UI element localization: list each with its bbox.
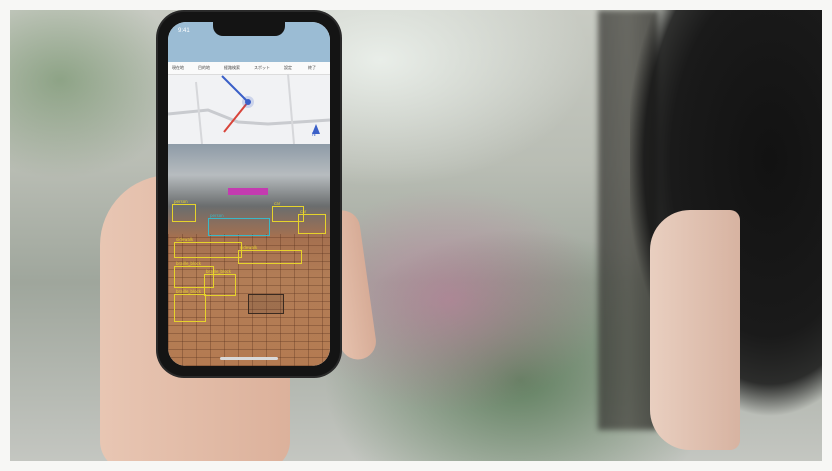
person-face — [650, 210, 740, 450]
detection-box: car — [298, 209, 326, 234]
detected-sign — [228, 188, 268, 195]
detection-label: braille_block — [206, 269, 232, 274]
detection-box: person — [172, 199, 196, 222]
map-canvas — [168, 73, 330, 144]
compass-label: N — [312, 132, 316, 138]
detection-box: person — [208, 213, 270, 236]
detection-label: sidewalk — [176, 237, 194, 242]
home-indicator[interactable] — [220, 357, 278, 360]
smartphone: 9:41 現在地 目的地 経路検索 スポット 設定 終了 N person ca… — [158, 12, 340, 376]
phone-screen: 9:41 現在地 目的地 経路検索 スポット 設定 終了 N person ca… — [168, 22, 330, 366]
detection-box: braille_block — [174, 289, 206, 322]
photo-scene: 9:41 現在地 目的地 経路検索 スポット 設定 終了 N person ca… — [0, 0, 832, 471]
detection-label: braille_block — [176, 261, 202, 266]
detection-box: sidewalk — [238, 245, 302, 264]
detection-label: person — [174, 199, 188, 204]
detection-label: car — [274, 201, 281, 206]
detection-label: car — [300, 209, 307, 214]
map-panel[interactable]: 現在地 目的地 経路検索 スポット 設定 終了 N — [168, 62, 330, 144]
detection-label: braille_block — [176, 289, 202, 294]
manhole-cover — [248, 294, 284, 314]
detection-label: sidewalk — [240, 245, 258, 250]
detection-label: person — [210, 213, 224, 218]
detection-box: sidewalk — [174, 237, 242, 258]
phone-notch — [213, 22, 285, 36]
status-time: 9:41 — [178, 28, 190, 34]
detection-box: braille_block — [204, 269, 236, 296]
ar-camera-view: person car car person sidewalk sidewalk — [168, 144, 330, 366]
